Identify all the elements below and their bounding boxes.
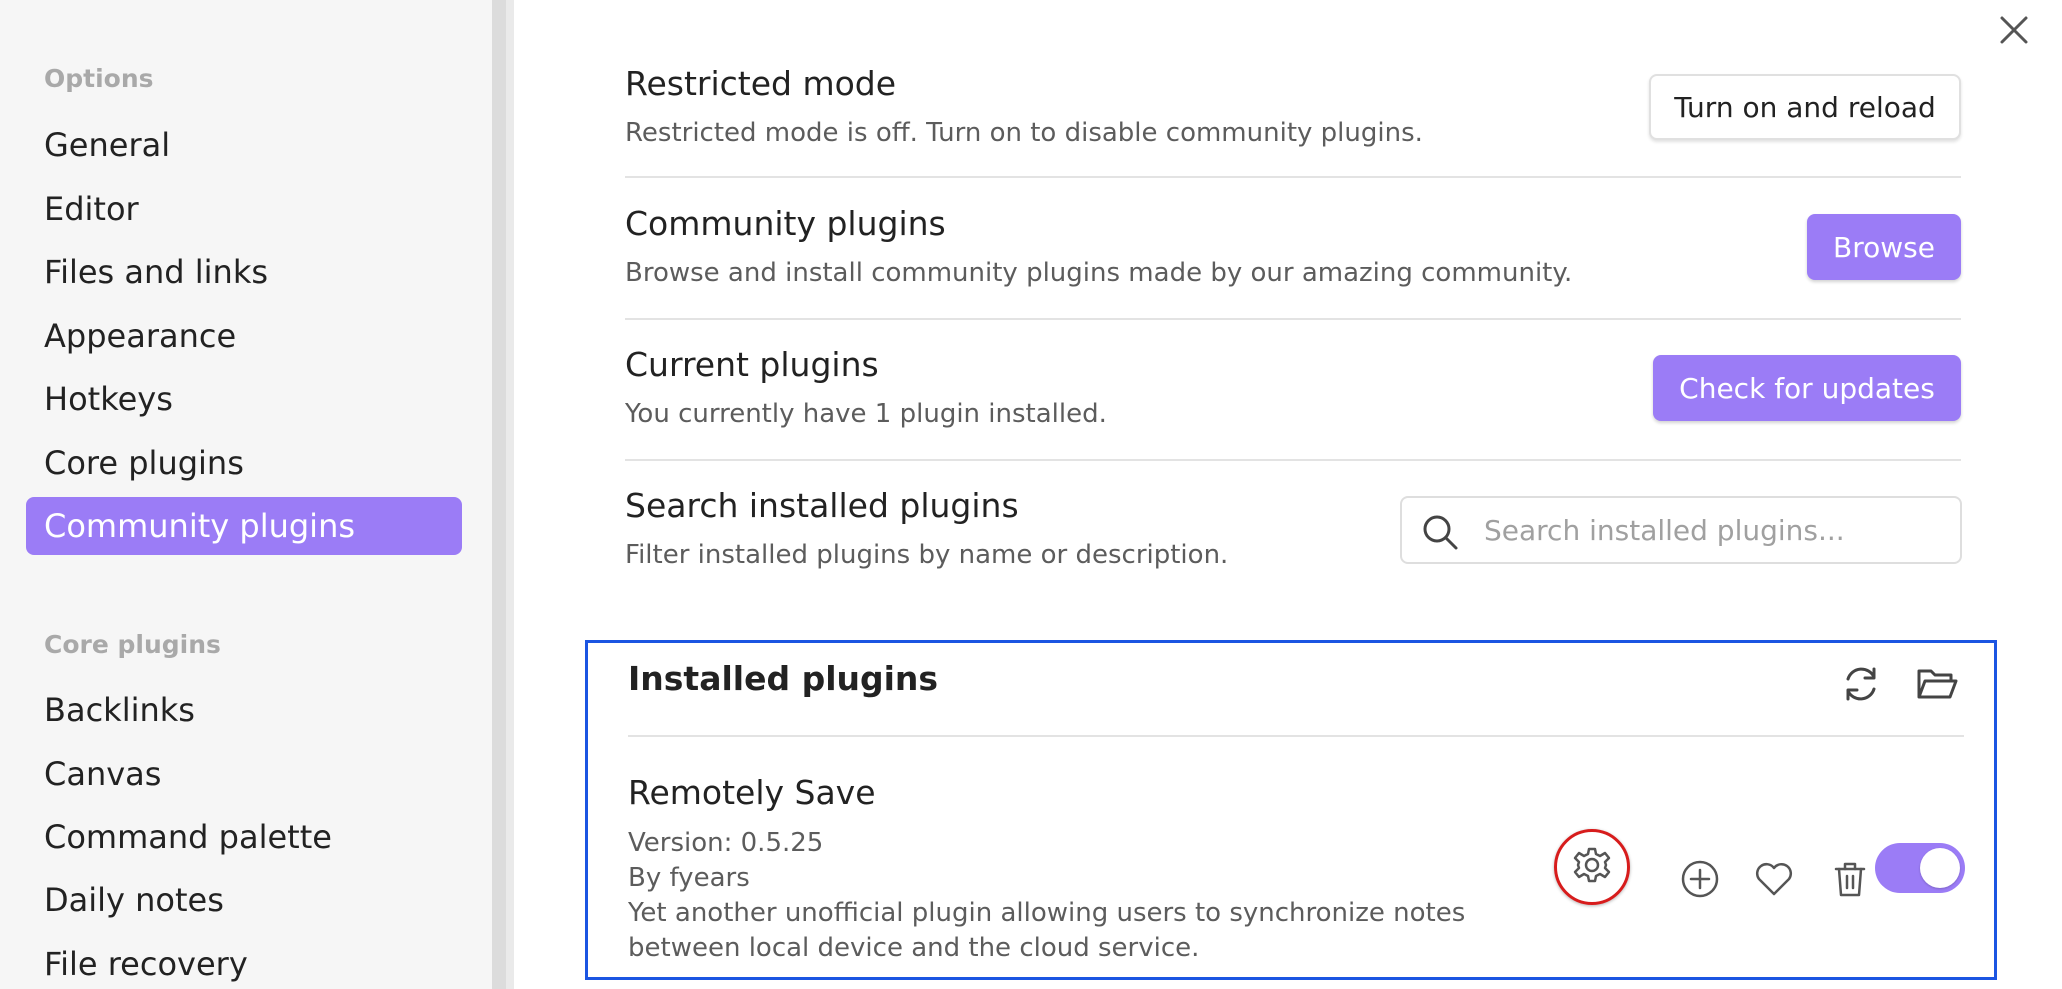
sidebar-heading-options: Options	[44, 64, 154, 93]
reload-plugins-icon[interactable]	[1838, 661, 1884, 707]
sidebar-item-backlinks[interactable]: Backlinks	[26, 681, 462, 739]
sidebar-item-daily-notes[interactable]: Daily notes	[26, 871, 462, 929]
plugin-name: Remotely Save	[628, 773, 876, 812]
setting-community-plugins: Community plugins Browse and install com…	[625, 196, 1961, 320]
search-installed-input[interactable]	[1484, 506, 1944, 554]
current-plugins-title: Current plugins	[625, 345, 879, 384]
search-installed-field[interactable]	[1400, 496, 1962, 564]
search-icon	[1420, 512, 1460, 552]
setting-restricted-mode: Restricted mode Restricted mode is off. …	[625, 56, 1961, 178]
open-plugins-folder-icon[interactable]	[1914, 661, 1960, 707]
sidebar-item-canvas[interactable]: Canvas	[26, 745, 462, 803]
sidebar-scrollbar-thumb[interactable]	[492, 0, 506, 989]
sidebar-item-appearance[interactable]: Appearance	[26, 307, 462, 365]
sidebar-scrollbar[interactable]	[492, 0, 514, 989]
sidebar-item-community-plugins[interactable]: Community plugins	[26, 497, 462, 555]
plugin-settings-button[interactable]	[1554, 829, 1630, 905]
search-installed-title: Search installed plugins	[625, 486, 1019, 525]
trash-icon[interactable]	[1826, 855, 1874, 903]
sidebar-item-general[interactable]: General	[26, 116, 462, 174]
plugin-description: Yet another unofficial plugin allowing u…	[628, 898, 1466, 963]
plugin-author: By fyears	[628, 863, 750, 893]
check-for-updates-button[interactable]: Check for updates	[1653, 355, 1961, 421]
search-installed-desc: Filter installed plugins by name or desc…	[625, 540, 1229, 570]
gear-icon	[1572, 845, 1612, 889]
turn-on-and-reload-button[interactable]: Turn on and reload	[1649, 74, 1961, 140]
installed-plugins-divider	[628, 735, 1964, 737]
community-plugins-desc: Browse and install community plugins mad…	[625, 258, 1573, 288]
toggle-knob	[1920, 848, 1960, 888]
sidebar-item-command-palette[interactable]: Command palette	[26, 808, 462, 866]
installed-plugins-title: Installed plugins	[628, 659, 939, 698]
installed-plugins-section: Installed plugins Remotely Save Version:…	[585, 640, 1997, 980]
sidebar-item-core-plugins[interactable]: Core plugins	[26, 434, 462, 492]
close-icon[interactable]	[1996, 12, 2032, 48]
restricted-mode-title: Restricted mode	[625, 64, 897, 103]
community-plugins-title: Community plugins	[625, 204, 946, 243]
plugin-enable-toggle[interactable]	[1875, 843, 1965, 893]
sidebar-item-file-recovery[interactable]: File recovery	[26, 935, 462, 989]
add-hotkey-icon[interactable]	[1676, 855, 1724, 903]
setting-current-plugins: Current plugins You currently have 1 plu…	[625, 337, 1961, 461]
restricted-mode-desc: Restricted mode is off. Turn on to disab…	[625, 118, 1423, 148]
settings-sidebar: Options General Editor Files and links A…	[0, 0, 492, 989]
sidebar-heading-core-plugins: Core plugins	[44, 630, 221, 659]
sidebar-item-files-and-links[interactable]: Files and links	[26, 243, 462, 301]
current-plugins-desc: You currently have 1 plugin installed.	[625, 399, 1107, 429]
sidebar-item-editor[interactable]: Editor	[26, 180, 462, 238]
plugin-version: Version: 0.5.25	[628, 828, 824, 858]
browse-button[interactable]: Browse	[1807, 214, 1961, 280]
sidebar-item-hotkeys[interactable]: Hotkeys	[26, 370, 462, 428]
heart-icon[interactable]	[1750, 855, 1798, 903]
